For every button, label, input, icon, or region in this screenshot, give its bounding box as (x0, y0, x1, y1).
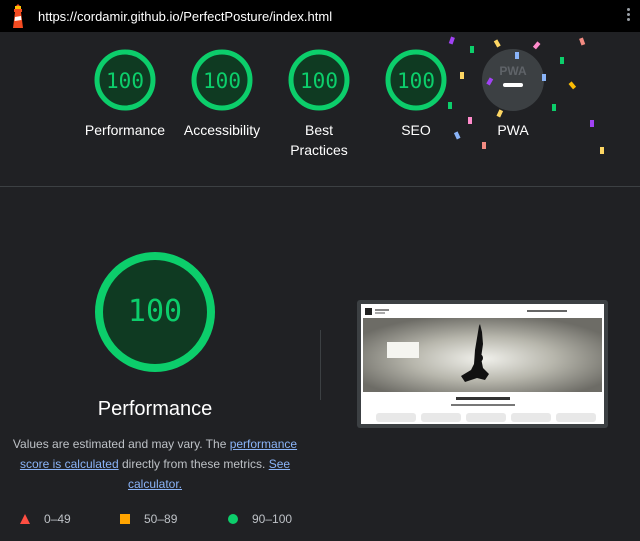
gauge-accessibility[interactable]: 100 Accessibility (167, 48, 277, 140)
score-legend: 0–49 50–89 90–100 (0, 510, 640, 532)
score-ring: 100 (288, 49, 350, 111)
gauge-label-line-2: Practices (290, 142, 348, 158)
performance-description: Values are estimated and may vary. The p… (8, 434, 302, 494)
legend-item-average: 50–89 (120, 512, 177, 526)
top-bar: https://cordamir.github.io/PerfectPostur… (0, 0, 640, 32)
performance-title: Performance (97, 398, 213, 420)
screenshot-image (361, 304, 604, 424)
gauge-label: Performance (84, 122, 166, 138)
score-value: 100 (203, 69, 241, 93)
vertical-separator (320, 330, 321, 400)
triangle-icon (20, 514, 30, 524)
section-divider (0, 186, 640, 187)
performance-score-gauge: 100 (95, 252, 215, 372)
score-value: 100 (397, 69, 435, 93)
legend-item-fail: 0–49 (20, 512, 71, 526)
category-gauges: 100 Performance 100 Accessibility 100 Be… (0, 32, 640, 186)
final-screenshot[interactable] (357, 300, 608, 428)
page-url[interactable]: https://cordamir.github.io/PerfectPostur… (38, 9, 332, 24)
legend-range: 90–100 (252, 512, 293, 526)
gauge-label-line-1: Best (304, 122, 333, 138)
gauge-performance[interactable]: 100 Performance (70, 48, 180, 140)
kebab-menu-icon[interactable] (627, 8, 631, 24)
site-preview-image (361, 304, 604, 424)
confetti-decoration (448, 36, 604, 154)
score-ring: 100 (94, 49, 156, 111)
gauge-best-practices[interactable]: 100 Best Practices (264, 48, 374, 160)
score-ring: 100 (191, 49, 253, 111)
gauge-label: Accessibility (183, 122, 261, 138)
legend-range: 0–49 (44, 512, 71, 526)
lighthouse-icon (13, 4, 23, 28)
legend-range: 50–89 (144, 512, 178, 526)
score-value: 100 (106, 69, 144, 93)
description-text: directly from these metrics. (118, 457, 269, 471)
score-value: 100 (300, 69, 338, 93)
score-value: 100 (128, 294, 182, 329)
description-text: Values are estimated and may vary. The (12, 437, 230, 451)
gauge-label: Best Practices (264, 120, 374, 160)
circle-icon (228, 514, 238, 524)
score-ring: 100 (385, 49, 447, 111)
square-icon (120, 514, 130, 524)
legend-item-pass: 90–100 (228, 512, 292, 526)
